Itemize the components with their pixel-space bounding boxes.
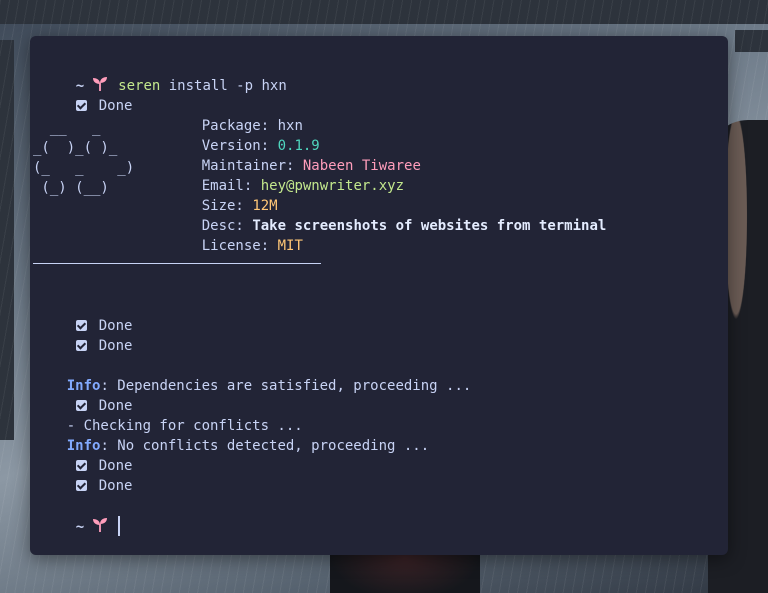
size-row: Size: 12M	[168, 176, 278, 214]
text-cursor[interactable]	[118, 516, 121, 536]
done-line-4: Done	[42, 376, 132, 414]
ascii-logo-line: _( )_( )_	[33, 140, 118, 156]
checkbox-icon	[75, 340, 87, 351]
license-value: MIT	[277, 238, 303, 254]
license-label: License:	[201, 238, 270, 254]
checking-line: - Checking for conflicts ...	[33, 396, 303, 434]
prompt-tilde: ~	[75, 519, 85, 535]
done-line-3: Done	[42, 316, 132, 354]
conflicts-message: : No conflicts detected, proceeding ...	[100, 438, 430, 454]
done-line-2: Done	[42, 296, 132, 334]
ascii-logo-line: (_ _ _)	[33, 160, 135, 176]
desc-row: Desc: Take screenshots of websites from …	[168, 196, 607, 234]
maintainer-row: Maintainer: Nabeen Tiwaree	[168, 136, 421, 174]
command-args: install -p hxn	[168, 78, 287, 94]
email-value: hey@pwnwriter.xyz	[260, 178, 405, 194]
deps-info-line: Info: Dependencies are satisfied, procee…	[33, 356, 472, 394]
ascii-logo-line: (_) (__)	[33, 180, 109, 196]
deps-message: : Dependencies are satisfied, proceeding…	[100, 378, 472, 394]
separator-rule	[33, 263, 321, 264]
prompt-line[interactable]: ~	[42, 496, 121, 536]
done-line-1: Done	[42, 76, 132, 114]
checkbox-icon	[75, 480, 87, 491]
conflicts-info-line: Info: No conflicts detected, proceeding …	[33, 416, 429, 454]
sprout-icon	[93, 518, 108, 532]
package-row: Package: hxn	[168, 96, 303, 134]
done-line-5: Done	[42, 436, 132, 474]
checkbox-icon	[75, 100, 87, 111]
desc-value: Take screenshots of websites from termin…	[252, 218, 607, 234]
done-text: Done	[98, 338, 133, 354]
license-row: License: MIT	[168, 216, 303, 254]
email-row: Email: hey@pwnwriter.xyz	[168, 156, 404, 194]
version-row: Version: 0.1.9	[168, 116, 320, 154]
done-line-6: Done	[42, 456, 132, 494]
done-text: Done	[98, 478, 133, 494]
ascii-logo-line: __ _	[33, 120, 101, 136]
done-text: Done	[98, 98, 133, 114]
ascii-logo: __ _ _( )_( )_ (_ _ _) (_) (__)	[33, 118, 134, 198]
terminal-window[interactable]: ~ seren install -p hxn Done __ _ _( )_( )…	[30, 36, 728, 555]
command-line: ~ seren install -p hxn	[42, 56, 287, 94]
